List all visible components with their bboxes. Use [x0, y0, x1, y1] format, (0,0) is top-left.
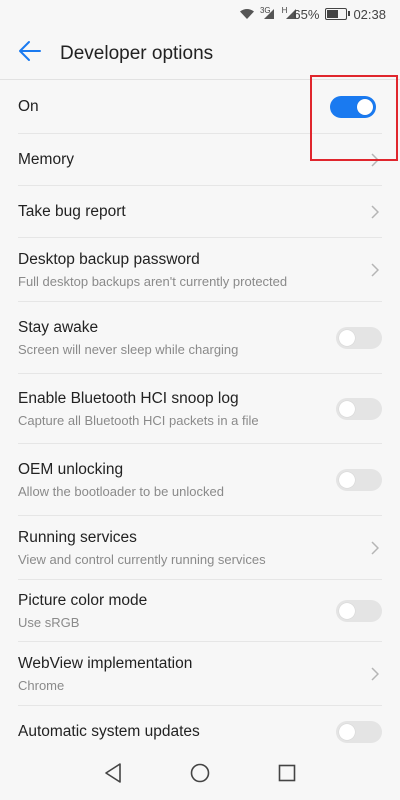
chevron-right-icon — [368, 202, 382, 222]
setting-subtitle: Use sRGB — [18, 614, 80, 630]
setting-subtitle: Allow the bootloader to be unlocked — [18, 483, 224, 499]
automatic-updates-toggle[interactable] — [336, 721, 382, 743]
setting-title: Take bug report — [18, 202, 126, 220]
network-type-label: 3G — [259, 5, 271, 15]
setting-desktop-backup-password[interactable]: Desktop backup password Full desktop bac… — [18, 238, 382, 302]
setting-picture-color-mode[interactable]: Picture color mode Use sRGB — [18, 580, 382, 642]
battery-percent: 65% — [293, 6, 320, 22]
nav-home-button[interactable] — [185, 760, 215, 790]
oem-unlocking-toggle[interactable] — [336, 468, 382, 491]
setting-title: Picture color mode — [18, 591, 148, 609]
setting-subtitle: Screen will never sleep while charging — [18, 341, 239, 357]
chevron-right-icon — [368, 150, 382, 170]
picture-color-mode-toggle[interactable] — [336, 599, 382, 622]
signal-icon: 3G — [259, 5, 274, 20]
square-recents-icon — [278, 764, 296, 787]
setting-title: Automatic system updates — [18, 723, 200, 740]
setting-stay-awake[interactable]: Stay awake Screen will never sleep while… — [18, 302, 382, 374]
settings-list: On Memory Take bug report Desktop backup… — [0, 80, 400, 758]
chevron-right-icon — [368, 538, 382, 558]
setting-title: OEM unlocking — [18, 460, 124, 478]
setting-title: Stay awake — [18, 318, 99, 336]
setting-webview-implementation[interactable]: WebView implementation Chrome — [18, 642, 382, 706]
nav-back-button[interactable] — [98, 760, 128, 790]
setting-developer-options-on[interactable]: On — [18, 80, 382, 134]
setting-title: WebView implementation — [18, 654, 193, 672]
network-type-label-2: H — [281, 5, 288, 15]
setting-title: Running services — [18, 528, 137, 546]
setting-title: Desktop backup password — [18, 250, 200, 268]
navigation-bar — [0, 750, 400, 800]
setting-subtitle: View and control currently running servi… — [18, 551, 266, 567]
circle-home-icon — [190, 763, 210, 788]
arrow-left-icon — [18, 40, 42, 67]
back-button[interactable] — [0, 28, 60, 80]
setting-title: Enable Bluetooth HCI snoop log — [18, 389, 239, 407]
chevron-right-icon — [368, 664, 382, 684]
stay-awake-toggle[interactable] — [336, 326, 382, 349]
battery-icon — [325, 8, 351, 20]
setting-oem-unlocking[interactable]: OEM unlocking Allow the bootloader to be… — [18, 444, 382, 516]
toolbar: Developer options — [0, 28, 400, 80]
setting-title: Memory — [18, 150, 74, 168]
bluetooth-hci-snoop-toggle[interactable] — [336, 397, 382, 420]
setting-title: On — [18, 97, 39, 115]
master-toggle[interactable] — [330, 95, 376, 118]
clock: 02:38 — [353, 6, 386, 22]
status-bar: 3G H 65% 02:38 — [0, 0, 400, 28]
setting-bluetooth-hci-snoop-log[interactable]: Enable Bluetooth HCI snoop log Capture a… — [18, 374, 382, 444]
page-title: Developer options — [60, 42, 214, 64]
setting-subtitle: Chrome — [18, 677, 65, 693]
chevron-right-icon — [368, 260, 382, 280]
nav-recents-button[interactable] — [272, 760, 302, 790]
triangle-back-icon — [104, 762, 122, 788]
wifi-icon — [239, 8, 255, 20]
setting-memory[interactable]: Memory — [18, 134, 382, 186]
setting-running-services[interactable]: Running services View and control curren… — [18, 516, 382, 580]
signal-icon-2: H — [281, 5, 296, 20]
setting-subtitle: Full desktop backups aren't currently pr… — [18, 273, 288, 289]
setting-take-bug-report[interactable]: Take bug report — [18, 186, 382, 238]
setting-subtitle: Capture all Bluetooth HCI packets in a f… — [18, 412, 259, 428]
